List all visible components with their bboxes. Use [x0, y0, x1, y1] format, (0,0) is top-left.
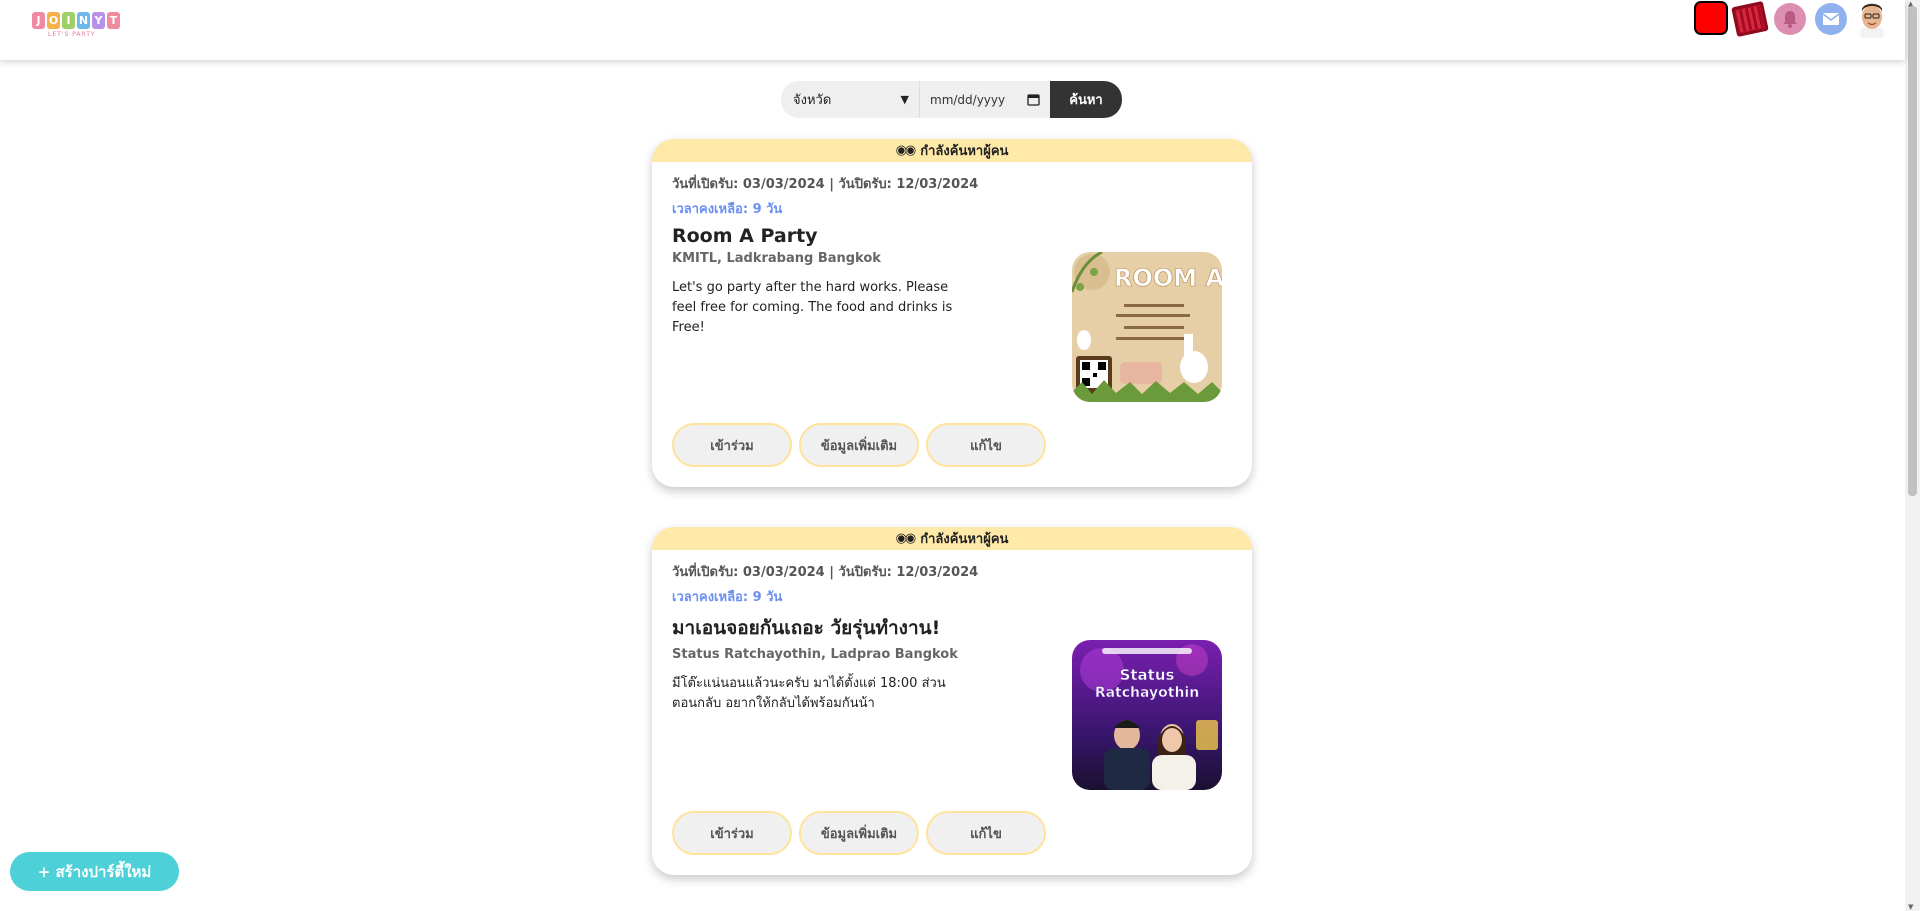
party-title: Room A Party — [672, 225, 818, 247]
bell-icon[interactable] — [1774, 3, 1806, 35]
scroll-thumb[interactable] — [1908, 6, 1917, 496]
party-image: Status Ratchayothin — [1072, 640, 1222, 790]
province-select-label: จังหวัด — [793, 93, 832, 108]
logo-letters: J O I N Y T — [32, 12, 126, 29]
app-logo[interactable]: J O I N Y T LET'S PARTY — [32, 12, 126, 44]
eyes-icon: ◉◉ — [895, 531, 917, 546]
open-close-dates: วันที่เปิดรับ: 03/03/2024 | วันปิดรับ: 1… — [672, 565, 979, 580]
chevron-down-icon: ▼ — [900, 93, 909, 106]
top-navbar: J O I N Y T LET'S PARTY — [0, 0, 1905, 60]
status-text: กำลังค้นหาผู้คน — [920, 144, 1009, 159]
eyes-icon: ◉◉ — [895, 143, 917, 158]
red-square-icon[interactable] — [1694, 1, 1728, 35]
party-description: มีโต๊ะแน่นอนแล้วนะครับ มาได้ตั้งแต่ 18:0… — [672, 676, 946, 711]
mail-icon[interactable] — [1815, 3, 1847, 35]
more-info-button[interactable]: ข้อมูลเพิ่มเติม — [799, 811, 919, 855]
date-placeholder: mm/dd/yyyy — [930, 92, 1006, 107]
party-card: ◉◉ กำลังค้นหาผู้คน วันที่เปิดรับ: 03/03/… — [652, 139, 1252, 487]
search-button[interactable]: ค้นหา — [1050, 81, 1122, 118]
page-scrollbar[interactable]: ▲ ▼ — [1905, 0, 1920, 911]
party-title: มาเอนจอยกันเถอะ วัยรุ่นทำงาน! — [672, 617, 941, 639]
status-banner: ◉◉ กำลังค้นหาผู้คน — [652, 139, 1252, 162]
svg-text:Status: Status — [1120, 666, 1175, 684]
status-text: กำลังค้นหาผู้คน — [920, 532, 1009, 547]
open-close-dates: วันที่เปิดรับ: 03/03/2024 | วันปิดรับ: 1… — [672, 177, 979, 192]
ticket-icon[interactable] — [1731, 1, 1769, 37]
party-image: ROOM A — [1072, 252, 1222, 402]
logo-subtitle: LET'S PARTY — [48, 31, 96, 38]
search-bar: จังหวัด ▼ mm/dd/yyyy ค้นหา — [781, 81, 1122, 118]
scroll-down-icon[interactable]: ▼ — [1908, 903, 1913, 911]
create-party-button[interactable]: + สร้างปาร์ตี้ใหม่ — [10, 852, 179, 891]
time-remaining: เวลาคงเหลือ: 9 วัน — [672, 590, 783, 605]
edit-button[interactable]: แก้ไข — [926, 423, 1046, 467]
time-remaining: เวลาคงเหลือ: 9 วัน — [672, 202, 783, 217]
edit-button[interactable]: แก้ไข — [926, 811, 1046, 855]
date-input[interactable]: mm/dd/yyyy — [919, 81, 1050, 118]
calendar-icon[interactable] — [1027, 93, 1040, 106]
join-button[interactable]: เข้าร่วม — [672, 423, 792, 467]
svg-text:Ratchayothin: Ratchayothin — [1095, 685, 1199, 701]
party-card: ◉◉ กำลังค้นหาผู้คน วันที่เปิดรับ: 03/03/… — [652, 527, 1252, 875]
more-info-button[interactable]: ข้อมูลเพิ่มเติม — [799, 423, 919, 467]
avatar[interactable] — [1856, 0, 1888, 38]
party-description: Let's go party after the hard works. Ple… — [672, 280, 953, 335]
svg-text:ROOM A: ROOM A — [1114, 264, 1222, 292]
status-banner: ◉◉ กำลังค้นหาผู้คน — [652, 527, 1252, 550]
join-button[interactable]: เข้าร่วม — [672, 811, 792, 855]
province-select[interactable]: จังหวัด ▼ — [781, 81, 919, 118]
